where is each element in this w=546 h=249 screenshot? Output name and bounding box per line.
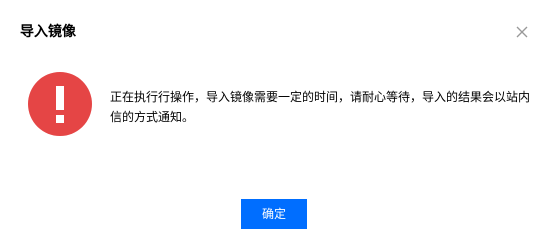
close-button[interactable] xyxy=(515,25,529,39)
import-image-dialog: 导入镜像 正在执行行操作，导入镜像需要一定的时间，请耐心等待，导入的结果会以站内… xyxy=(0,0,546,249)
exclamation-circle-icon xyxy=(28,72,92,136)
confirm-button[interactable]: 确定 xyxy=(241,199,307,229)
close-icon xyxy=(516,26,528,38)
dialog-message: 正在执行行操作，导入镜像需要一定的时间，请耐心等待，导入的结果会以站内信的方式通… xyxy=(110,90,531,124)
dialog-title: 导入镜像 xyxy=(20,24,76,40)
